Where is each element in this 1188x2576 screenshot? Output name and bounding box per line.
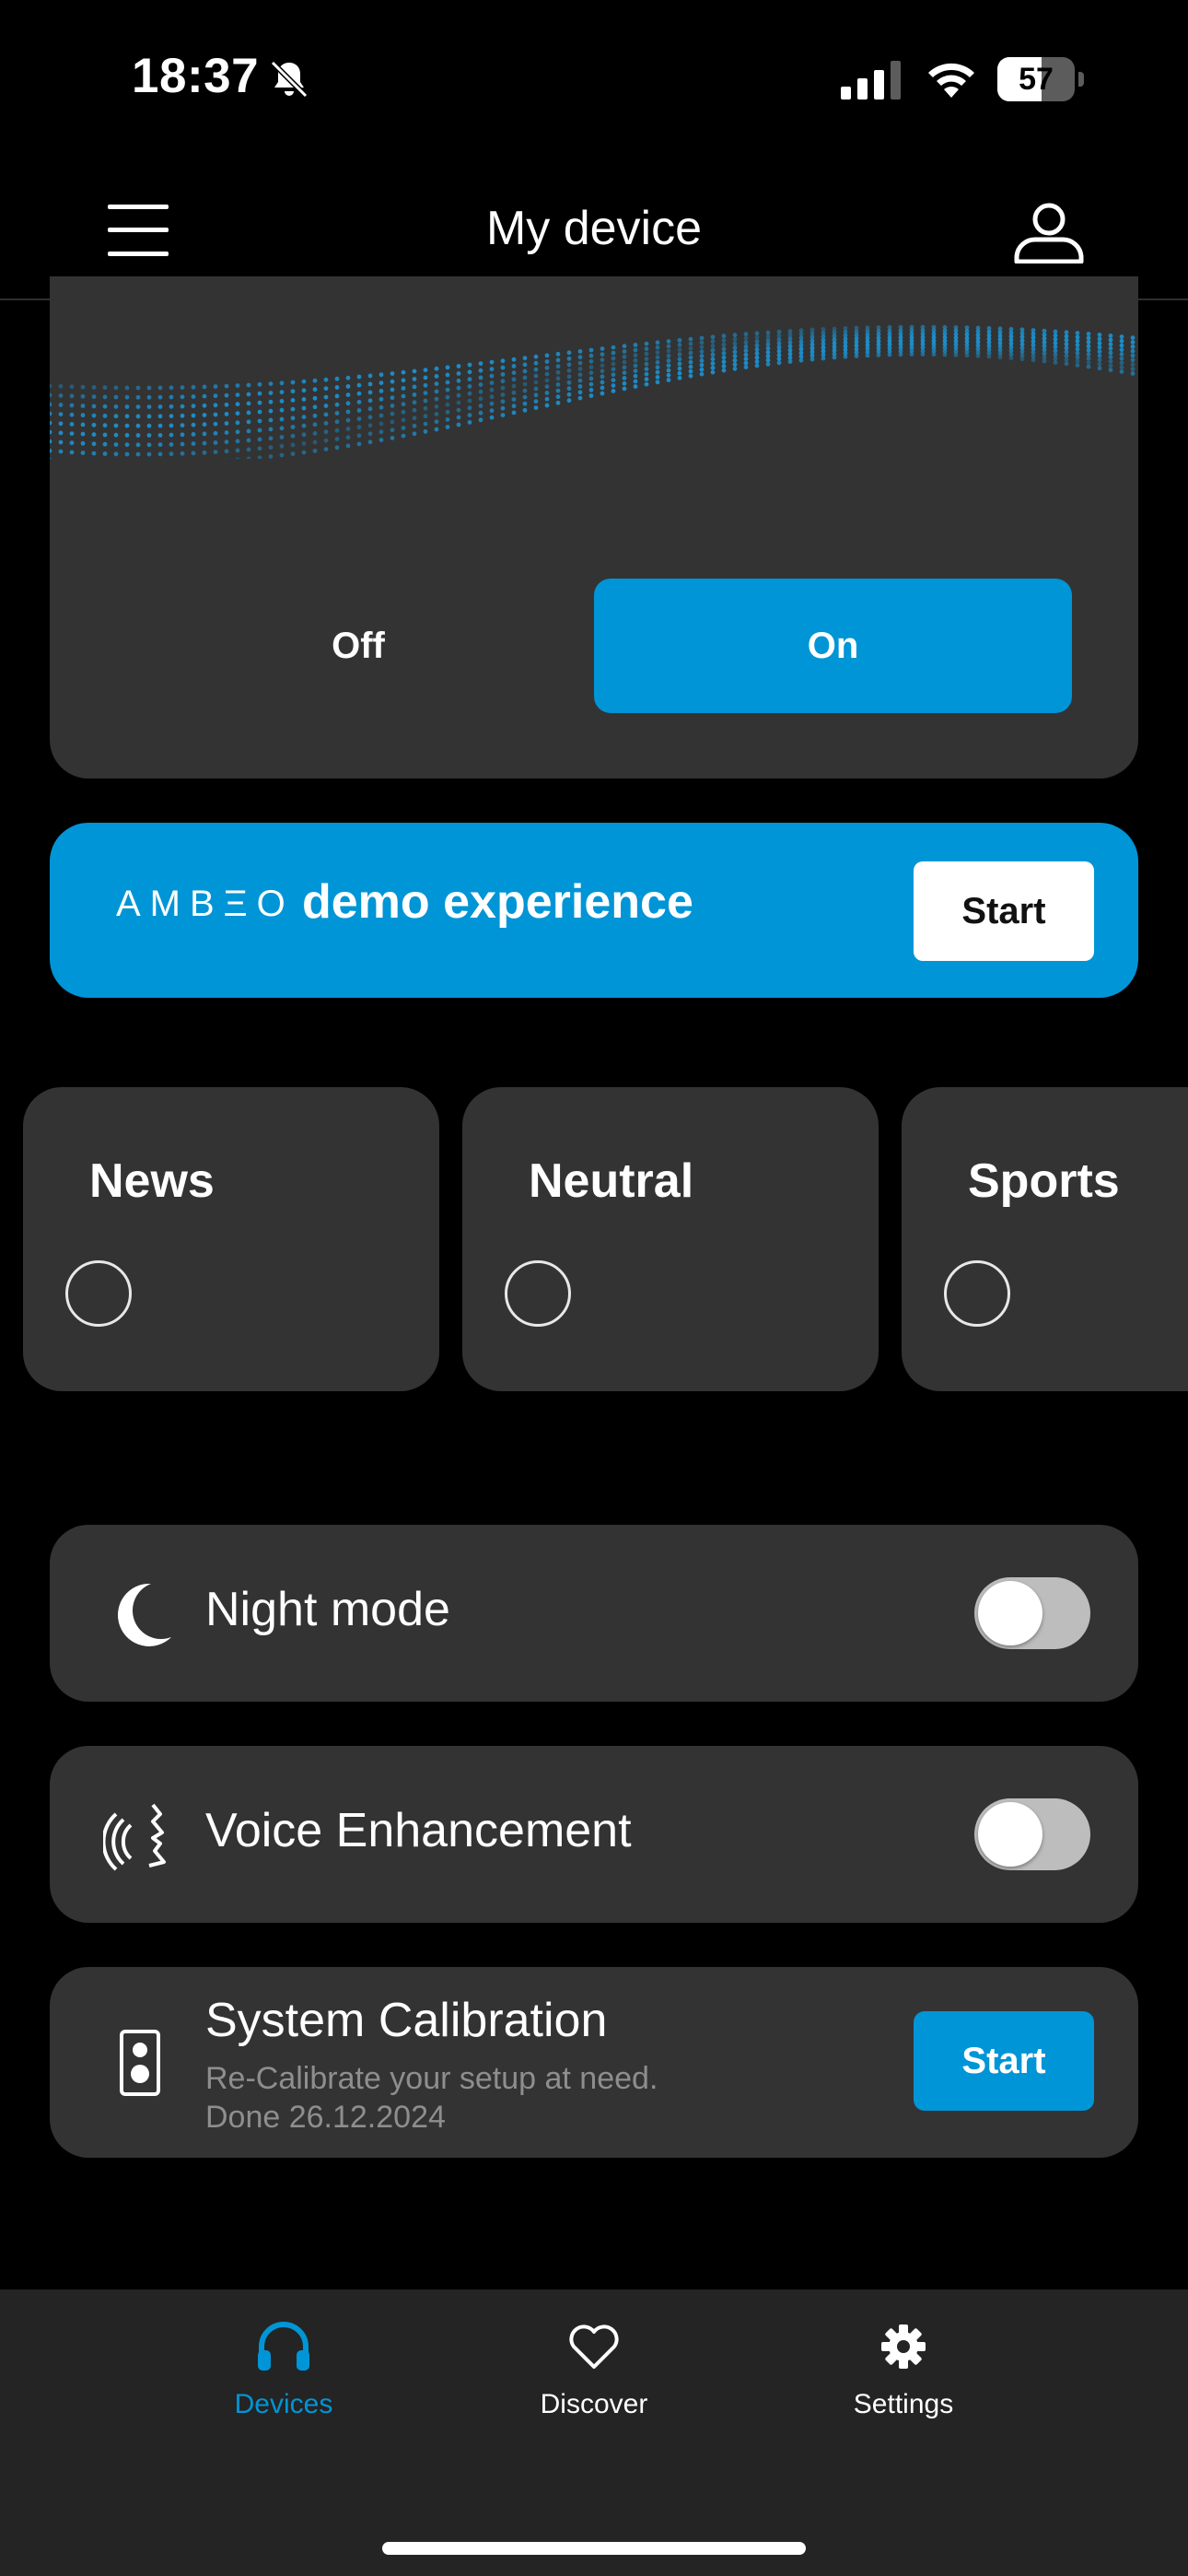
off-option[interactable]: Off xyxy=(142,579,575,713)
nav-label: Settings xyxy=(853,2389,954,2419)
battery-indicator: 57 xyxy=(997,57,1084,101)
headphones-icon xyxy=(258,2322,309,2371)
preset-card-news[interactable]: News xyxy=(23,1087,439,1391)
toggle-knob xyxy=(978,1802,1042,1867)
demo-start-button[interactable]: Start xyxy=(914,861,1094,961)
demo-experience-banner: AMBΞO demo experience Start xyxy=(50,823,1138,998)
calibration-start-button[interactable]: Start xyxy=(914,2011,1094,2111)
profile-icon[interactable] xyxy=(1013,203,1085,263)
preset-label: Sports xyxy=(968,1154,1120,1208)
heart-icon xyxy=(569,2324,619,2369)
voice-enhancement-row: Voice Enhancement xyxy=(50,1746,1138,1923)
toggle-knob xyxy=(978,1581,1042,1645)
sound-wave-graphic xyxy=(50,324,1136,459)
cellular-signal-icon xyxy=(841,61,901,100)
night-mode-row: Night mode xyxy=(50,1525,1138,1702)
home-indicator xyxy=(382,2542,806,2555)
calibration-done-date: Done 26.12.2024 xyxy=(205,2100,446,2135)
ambeo-mode-switch: Off On xyxy=(50,579,1138,713)
ambeo-logo: AMBΞO xyxy=(116,884,295,924)
voice-enhancement-toggle[interactable] xyxy=(974,1798,1090,1870)
night-mode-toggle[interactable] xyxy=(974,1577,1090,1649)
nav-label: Discover xyxy=(540,2389,648,2419)
moon-icon xyxy=(117,1583,171,1646)
preset-radio[interactable] xyxy=(65,1260,132,1327)
night-mode-label: Night mode xyxy=(205,1583,450,1636)
preset-card-sports[interactable]: Sports xyxy=(902,1087,1188,1391)
nav-label: Devices xyxy=(234,2389,333,2419)
battery-percent: 57 xyxy=(1019,62,1054,97)
preset-radio[interactable] xyxy=(944,1260,1010,1327)
status-time: 18:37 xyxy=(132,49,260,103)
preset-label: Neutral xyxy=(529,1154,694,1208)
bell-muted-icon xyxy=(270,60,309,99)
voice-enhancement-icon xyxy=(103,1803,166,1871)
status-bar: 18:37 57 xyxy=(0,0,1188,157)
calibration-subtitle-line1: Re-Calibrate your setup at need. xyxy=(205,2061,658,2096)
nav-devices[interactable]: Devices xyxy=(164,2317,403,2446)
nav-settings[interactable]: Settings xyxy=(784,2317,1023,2446)
page: 18:37 57 My device Off On AMBΞO demo exp… xyxy=(0,0,1188,2576)
gear-icon xyxy=(881,2324,926,2369)
preset-card-neutral[interactable]: Neutral xyxy=(462,1087,879,1391)
demo-experience-label: demo experience xyxy=(302,875,693,929)
ambeo-mode-card: Off On xyxy=(50,276,1138,779)
voice-enhancement-label: Voice Enhancement xyxy=(205,1804,632,1857)
nav-discover[interactable]: Discover xyxy=(474,2317,714,2446)
speaker-icon xyxy=(120,2030,160,2096)
wifi-icon xyxy=(928,63,974,98)
bottom-nav: Devices Discover Settings xyxy=(0,2289,1188,2576)
on-option[interactable]: On xyxy=(594,579,1072,713)
preset-label: News xyxy=(89,1154,215,1208)
preset-radio[interactable] xyxy=(505,1260,571,1327)
system-calibration-row: System Calibration Re-Calibrate your set… xyxy=(50,1967,1138,2158)
calibration-title: System Calibration xyxy=(205,1994,608,2047)
calibration-subtitle: Re-Calibrate your setup at need. Done 26… xyxy=(205,2059,658,2137)
